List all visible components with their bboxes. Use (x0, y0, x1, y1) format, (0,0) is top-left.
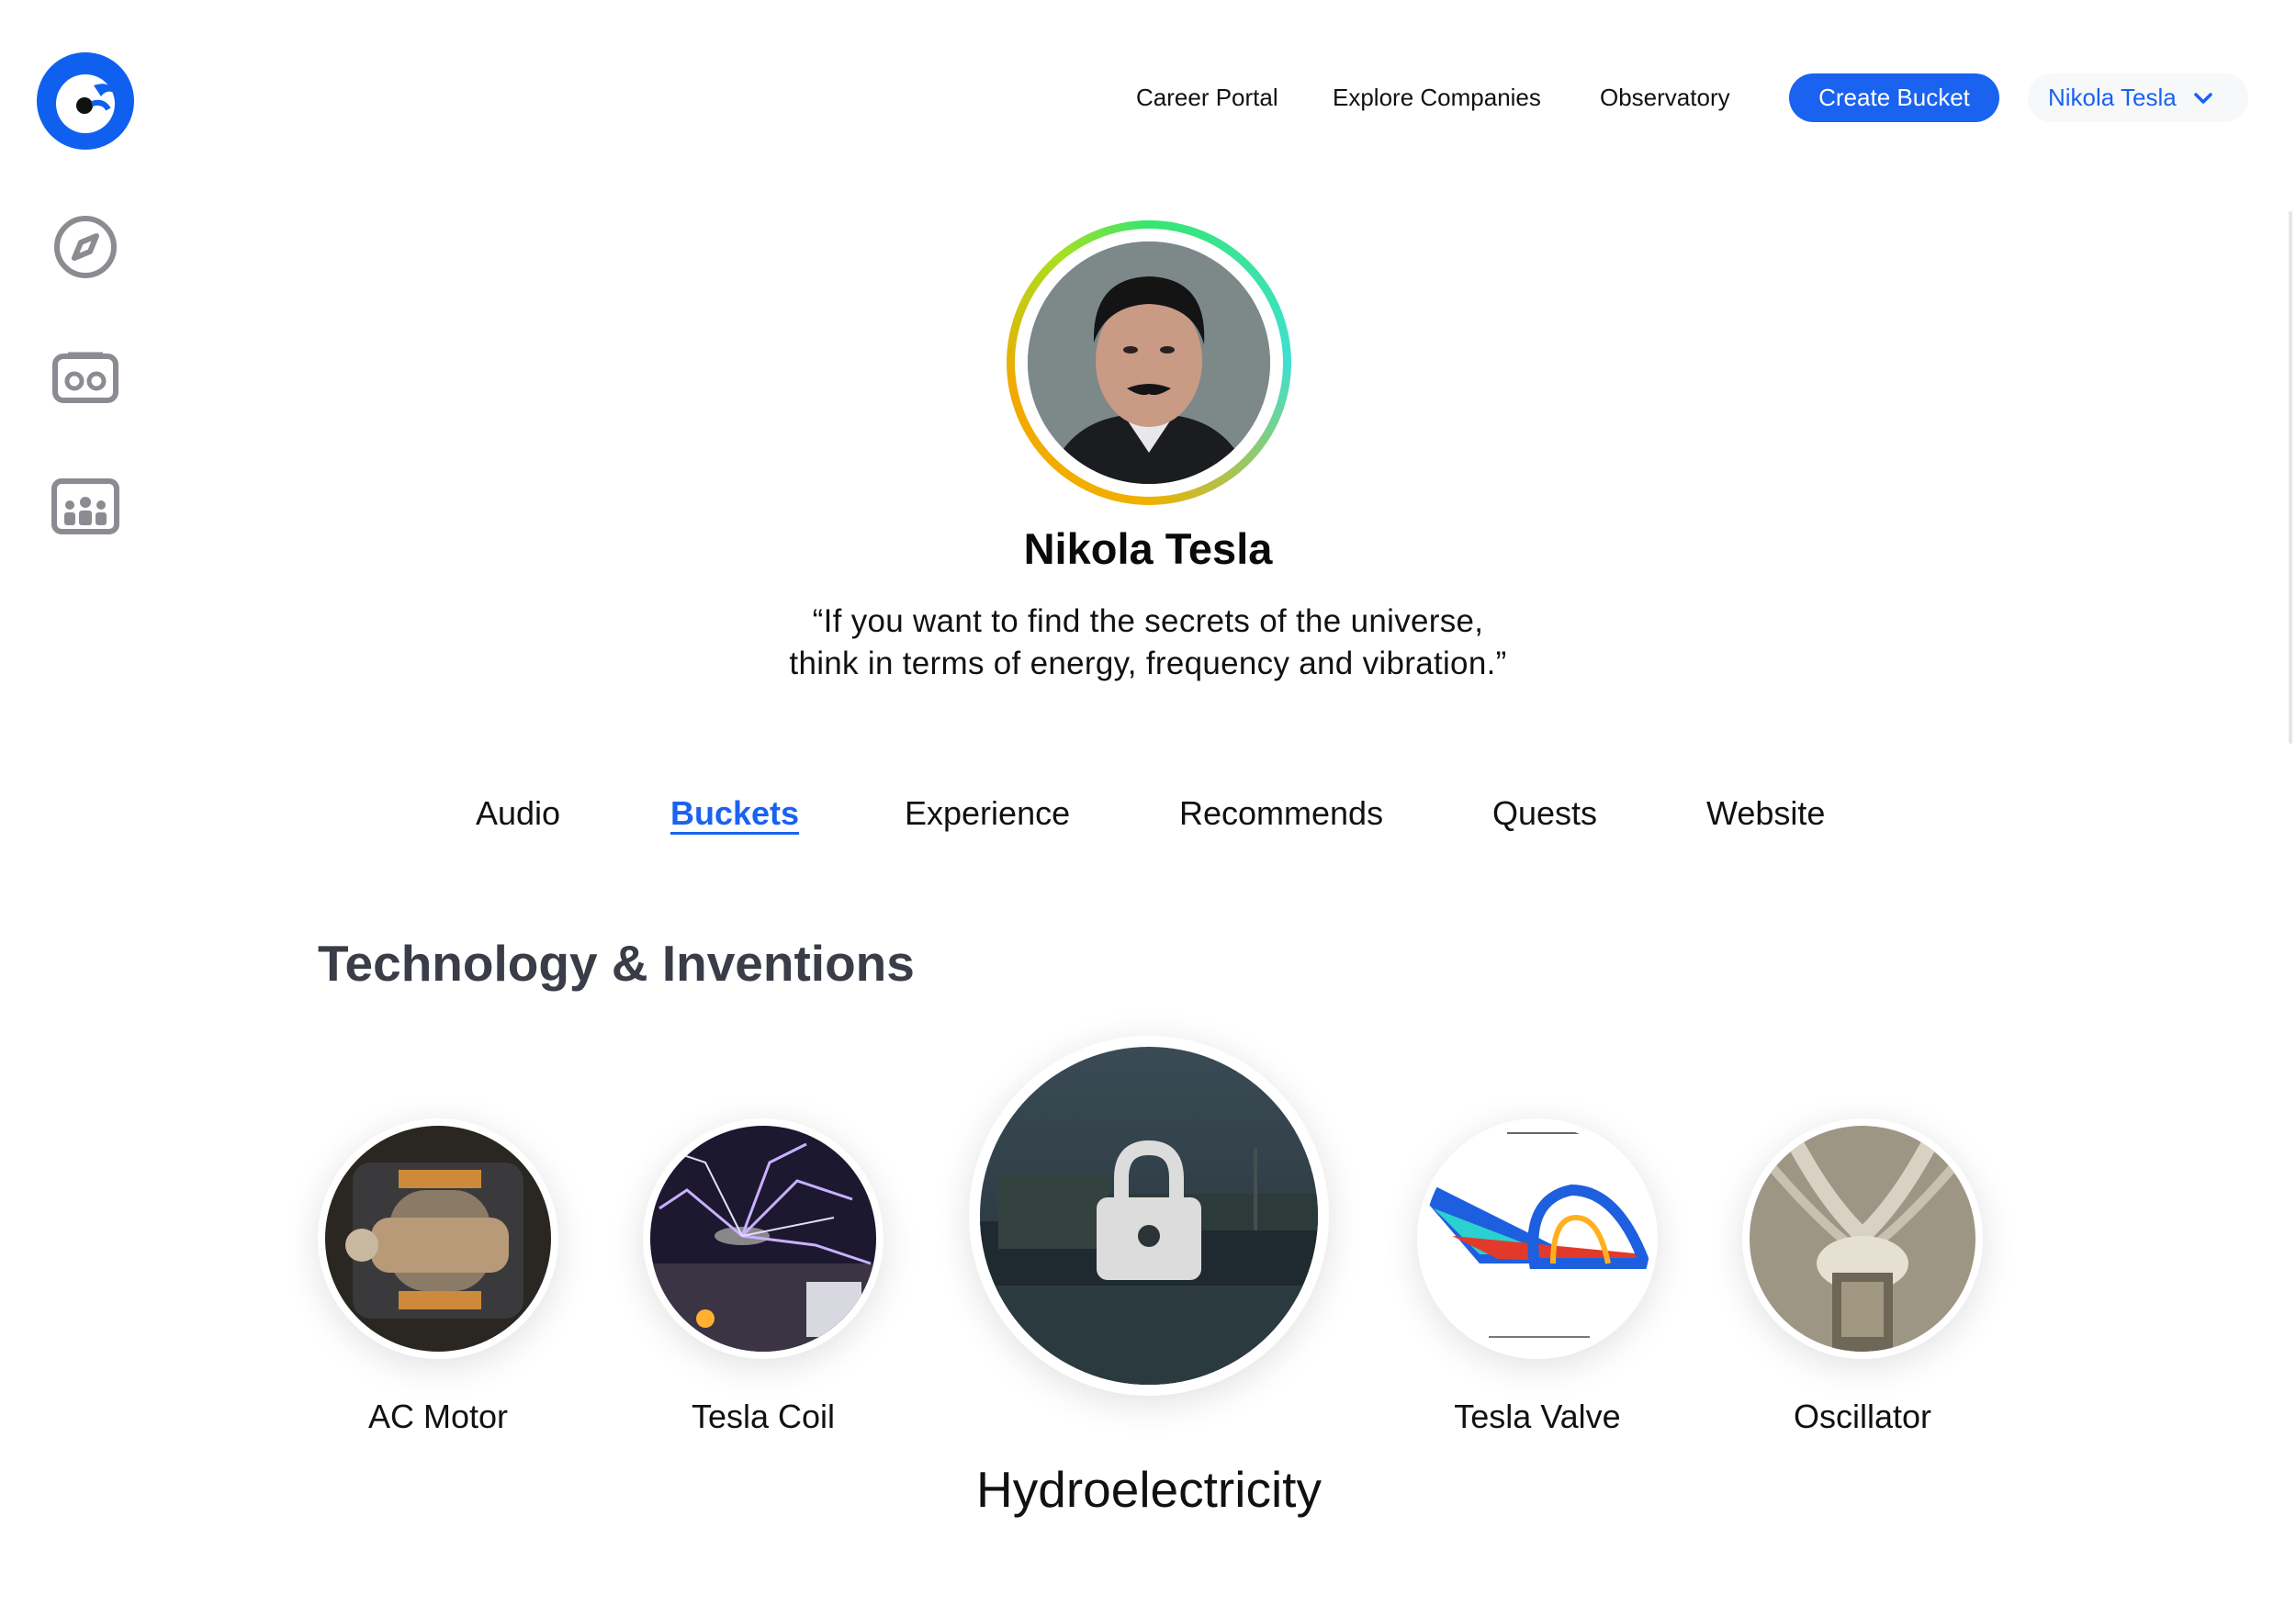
bucket-oscillator[interactable] (1742, 1118, 1983, 1359)
profile-name: Nikola Tesla (1023, 524, 1273, 573)
bucket-tesla-valve[interactable] (1417, 1118, 1658, 1359)
scrollbar[interactable] (2289, 211, 2292, 744)
owl-eye-logo-icon (56, 74, 115, 133)
bucket-tesla-coil[interactable] (643, 1118, 884, 1359)
user-menu[interactable]: Nikola Tesla (2028, 73, 2248, 122)
profile-quote-line-2: think in terms of energy, frequency and … (789, 646, 1507, 681)
nav-explore-companies[interactable]: Explore Companies (1333, 73, 1541, 121)
lock-icon (1097, 1140, 1201, 1280)
bucket-label: Oscillator (1793, 1398, 1932, 1435)
section-title: Technology & Inventions (318, 935, 915, 992)
tab-experience[interactable]: Experience (905, 794, 1070, 833)
user-menu-label: Nikola Tesla (2048, 84, 2177, 111)
nav-career-portal[interactable]: Career Portal (1136, 73, 1278, 121)
bucket-label: Tesla Valve (1454, 1398, 1621, 1435)
nav-observatory[interactable]: Observatory (1600, 73, 1730, 121)
chevron-down-icon (2194, 93, 2212, 104)
tab-website[interactable]: Website (1706, 794, 1825, 833)
bucket-label: Tesla Coil (691, 1398, 836, 1435)
profile-quote-line-1: “If you want to find the secrets of the … (812, 603, 1484, 639)
create-bucket-button[interactable]: Create Bucket (1789, 73, 1999, 122)
bucket-label: AC Motor (367, 1398, 509, 1435)
tab-quests[interactable]: Quests (1492, 794, 1597, 833)
bucket-ac-motor[interactable] (318, 1118, 558, 1359)
tab-buckets[interactable]: Buckets (670, 794, 799, 833)
compass-icon[interactable] (48, 209, 123, 285)
app-logo[interactable] (37, 52, 134, 150)
avatar (1007, 220, 1291, 505)
sidebar (0, 0, 174, 1606)
tab-recommends[interactable]: Recommends (1179, 794, 1383, 833)
bucket-label: Hydroelectricity (976, 1461, 1322, 1518)
tab-audio[interactable]: Audio (476, 794, 560, 833)
bucket-hydroelectricity[interactable] (969, 1036, 1329, 1396)
avatar-photo (1028, 241, 1270, 484)
vr-headset-icon[interactable] (48, 340, 123, 415)
